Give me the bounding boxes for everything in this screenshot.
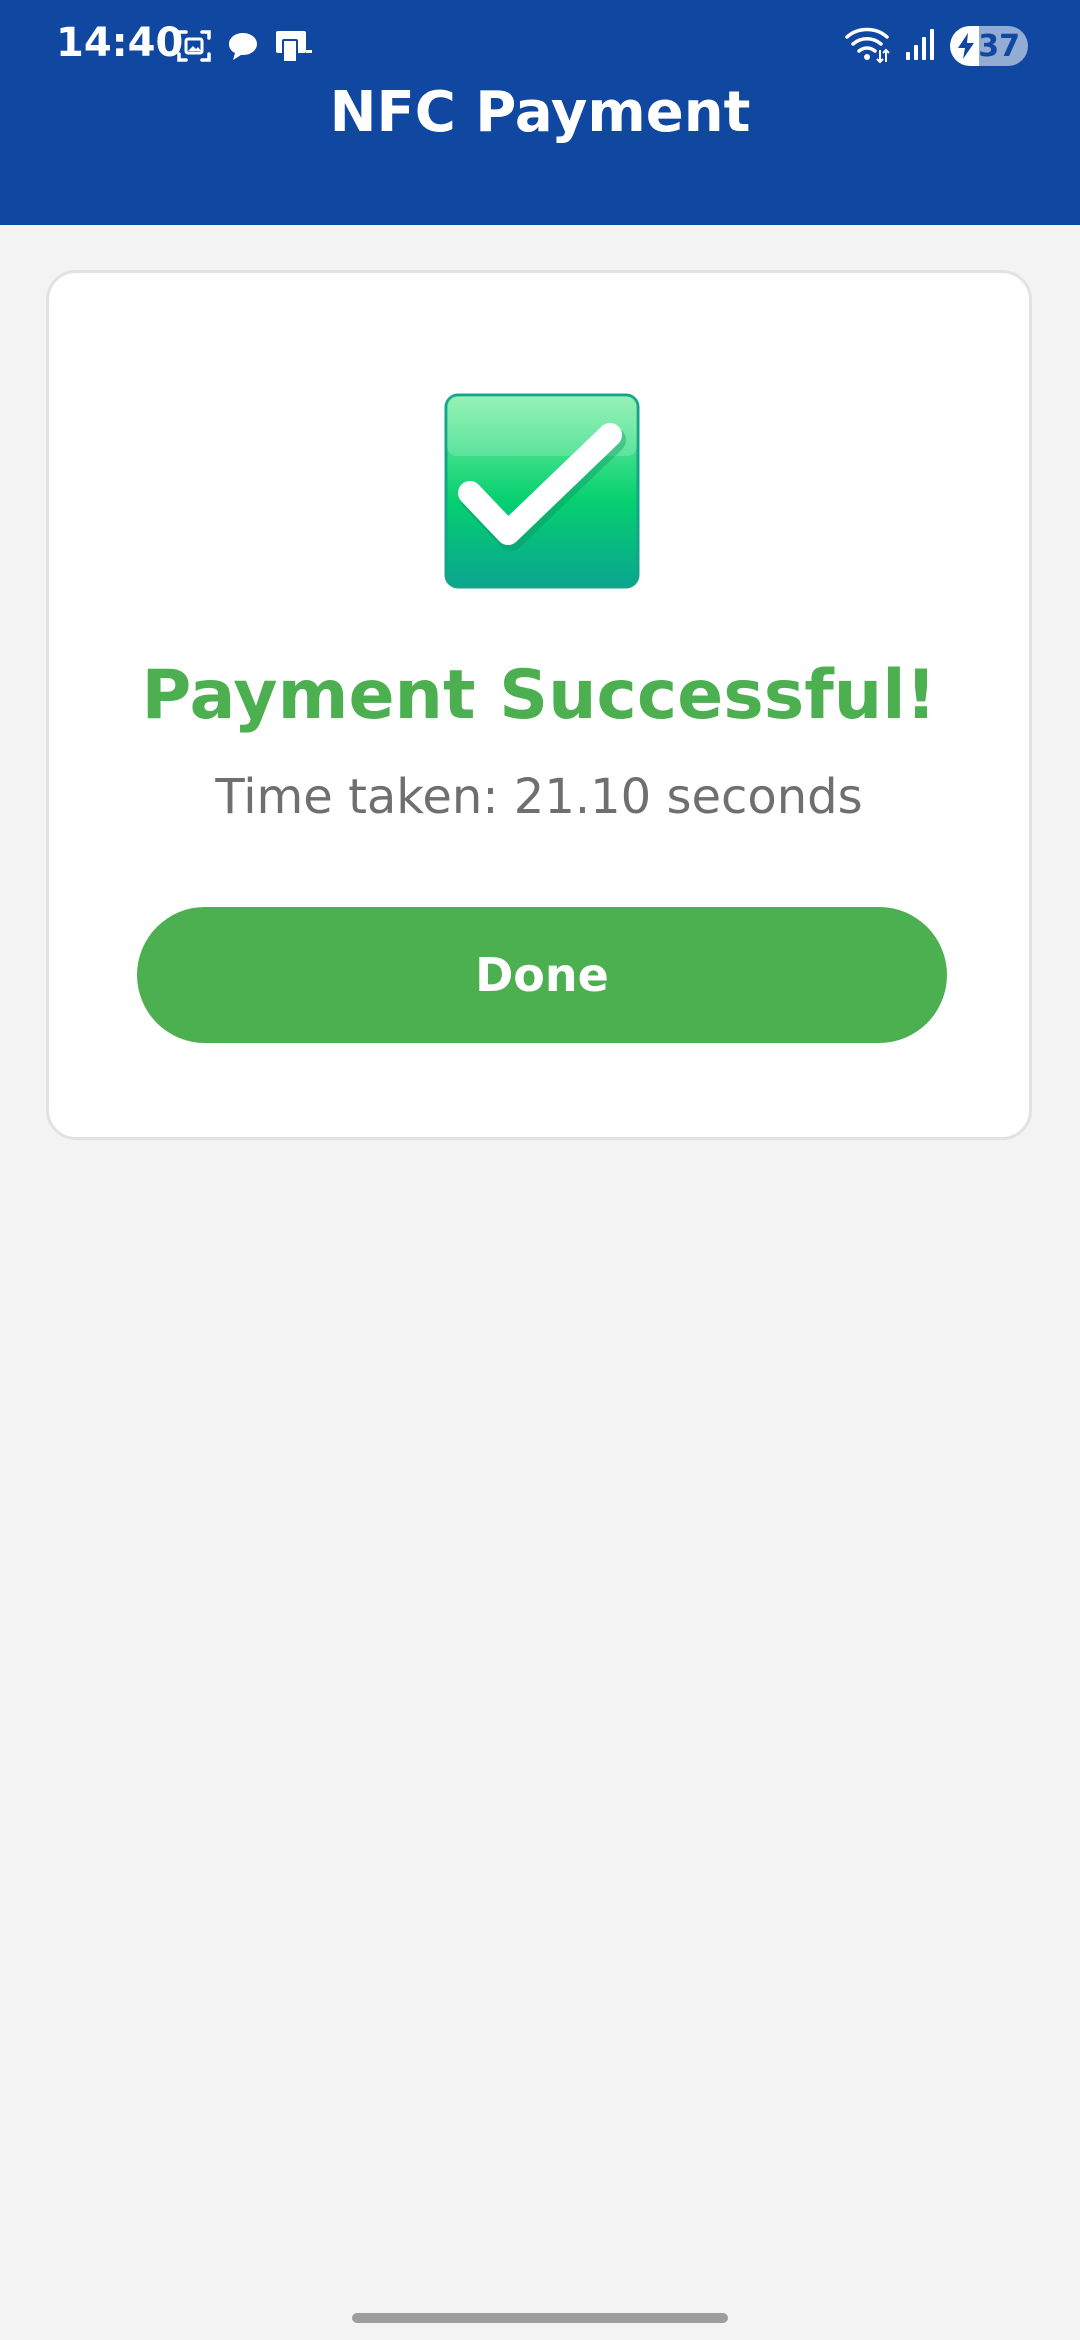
- notification-icons: [176, 28, 314, 68]
- battery-indicator: 37: [950, 26, 1028, 66]
- status-time: 14:40: [56, 20, 184, 66]
- system-icons: 37: [844, 24, 1028, 68]
- payment-result-card: Payment Successful! Time taken: 21.10 se…: [46, 270, 1032, 1140]
- success-title: Payment Successful!: [141, 656, 937, 735]
- check-mark-button-icon: [444, 393, 640, 589]
- app-bar: 14:40 37 NFC Payment: [0, 0, 1080, 225]
- done-button[interactable]: Done: [137, 907, 947, 1043]
- wifi-icon: [844, 24, 890, 69]
- page-title: NFC Payment: [329, 80, 751, 145]
- charging-bolt-icon: [956, 32, 976, 65]
- home-indicator[interactable]: [352, 2313, 728, 2323]
- screenshot-icon: [176, 28, 212, 69]
- battery-level: 37: [978, 28, 1020, 64]
- chat-bubble-icon: [226, 29, 260, 68]
- nfc-card-icon: [274, 28, 314, 69]
- signal-icon: [904, 26, 936, 67]
- time-taken-text: Time taken: 21.10 seconds: [215, 769, 863, 825]
